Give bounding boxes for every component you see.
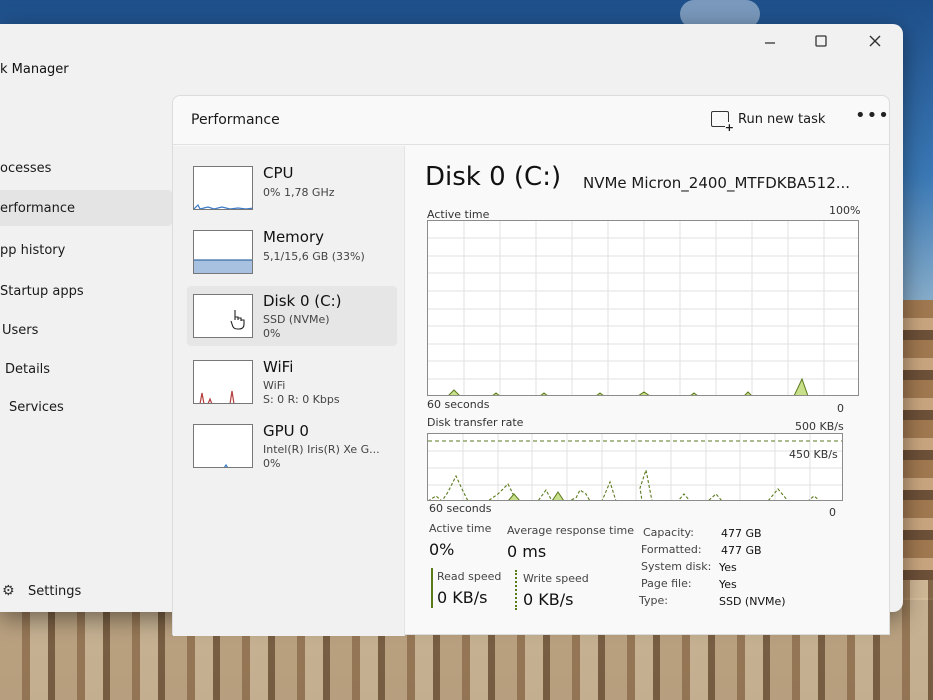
nav-label: ocesses xyxy=(0,160,52,176)
resource-item-gpu[interactable]: GPU 0 Intel(R) Iris(R) Xe G... 0% xyxy=(187,416,397,476)
transfer-rate-chart xyxy=(428,434,842,500)
transfer-rate-min-label: 0 xyxy=(829,506,836,519)
more-options-button[interactable]: ••• xyxy=(855,105,890,126)
gpu-mini-chart xyxy=(223,463,229,467)
prop-type-value: SSD (NVMe) xyxy=(719,595,786,608)
title-bar: k Manager xyxy=(0,24,903,94)
app-title: k Manager xyxy=(0,62,69,77)
run-new-task-button[interactable]: Run new task xyxy=(711,105,825,133)
maximize-icon xyxy=(815,35,827,47)
wifi-mini-chart xyxy=(199,390,235,403)
transfer-rate-max-label: 500 KB/s xyxy=(795,420,844,433)
resource-item-cpu[interactable]: CPU 0% 1,78 GHz xyxy=(187,158,397,218)
resource-name: Memory xyxy=(263,228,325,246)
nav-item-app-history[interactable]: pp history xyxy=(0,232,172,268)
resource-name: WiFi xyxy=(263,358,294,376)
prop-page-file-label: Page file: xyxy=(641,577,692,590)
wifi-thumbnail-graph xyxy=(193,360,253,404)
disk-model: NVMe Micron_2400_MTFDKBA512... xyxy=(583,174,851,192)
stat-write-label: Write speed xyxy=(523,572,589,585)
stat-read-label: Read speed xyxy=(437,570,502,583)
prop-formatted-label: Formatted: xyxy=(641,543,702,556)
resource-item-disk[interactable]: Disk 0 (C:) SSD (NVMe) 0% xyxy=(187,286,397,346)
prop-capacity-label: Capacity: xyxy=(643,526,694,539)
prop-system-disk-value: Yes xyxy=(719,561,737,574)
prop-page-file-value: Yes xyxy=(719,578,737,591)
nav-item-performance[interactable]: erformance xyxy=(0,190,172,226)
active-time-min-label: 0 xyxy=(837,402,844,415)
nav-item-processes[interactable]: ocesses xyxy=(0,150,172,186)
nav-label: Services xyxy=(9,399,64,415)
stat-response-value: 0 ms xyxy=(507,542,547,561)
nav-label: erformance xyxy=(0,200,76,216)
nav-label: Startup apps xyxy=(0,283,84,299)
cpu-mini-chart xyxy=(194,203,252,209)
read-speed-indicator xyxy=(431,568,433,608)
resource-list: CPU 0% 1,78 GHz Memory 5,1/15,6 GB (33%)… xyxy=(173,146,405,636)
resource-name: GPU 0 xyxy=(263,422,309,440)
stat-write-value: 0 KB/s xyxy=(523,590,574,609)
stat-active-time-label: Active time xyxy=(429,522,492,535)
gear-icon: ⚙ xyxy=(2,583,15,599)
resource-name: CPU xyxy=(263,164,294,182)
nav-item-users[interactable]: Users xyxy=(0,312,172,348)
minimize-button[interactable] xyxy=(755,30,785,52)
nav-label: pp history xyxy=(0,242,66,258)
run-task-icon xyxy=(711,111,734,133)
maximize-button[interactable] xyxy=(806,30,836,52)
prop-formatted-value: 477 GB xyxy=(721,544,762,557)
transfer-rate-mark-label: 450 KB/s xyxy=(789,448,838,461)
resource-detail: 0% xyxy=(263,457,281,470)
resource-item-memory[interactable]: Memory 5,1/15,6 GB (33%) xyxy=(187,222,397,282)
memory-thumbnail-graph xyxy=(193,230,253,274)
resource-item-wifi[interactable]: WiFi WiFi S: 0 R: 0 Kbps xyxy=(187,352,397,412)
resource-detail: SSD (NVMe) xyxy=(263,313,330,326)
nav-label: Users xyxy=(2,322,39,338)
transfer-rate-chart-label: Disk transfer rate xyxy=(427,416,524,429)
stat-response-label: Average response time xyxy=(507,524,634,537)
page-title: Performance xyxy=(191,112,280,128)
nav-label: Details xyxy=(5,361,51,377)
nav-item-details[interactable]: Details xyxy=(0,351,172,387)
resource-detail: WiFi xyxy=(263,379,286,392)
close-icon xyxy=(869,35,881,47)
nav-item-services[interactable]: Services xyxy=(0,389,172,425)
resource-detail: 5,1/15,6 GB (33%) xyxy=(263,250,365,263)
transfer-rate-x-label: 60 seconds xyxy=(429,502,492,515)
divider xyxy=(173,144,889,145)
resource-detail: S: 0 R: 0 Kbps xyxy=(263,393,340,406)
gpu-thumbnail-graph xyxy=(193,424,253,468)
hand-cursor-icon xyxy=(230,310,245,330)
write-speed-indicator xyxy=(515,570,517,610)
close-button[interactable] xyxy=(860,30,890,52)
prop-type-label: Type: xyxy=(639,594,668,607)
memory-mini-chart xyxy=(194,259,252,273)
detail-title: Disk 0 (C:) xyxy=(425,162,562,192)
resource-detail: 0% 1,78 GHz xyxy=(263,186,335,199)
settings-label: Settings xyxy=(28,583,82,599)
stat-active-time-value: 0% xyxy=(429,540,455,559)
cpu-thumbnail-graph xyxy=(193,166,253,210)
resource-detail: 0% xyxy=(263,327,281,340)
performance-panel: Performance Run new task ••• CPU 0% 1,78… xyxy=(172,95,890,636)
minimize-icon xyxy=(765,42,775,44)
prop-capacity-value: 477 GB xyxy=(721,527,762,540)
resource-detail: Intel(R) Iris(R) Xe G... xyxy=(263,443,380,456)
active-time-max-label: 100% xyxy=(829,204,861,217)
resource-name: Disk 0 (C:) xyxy=(263,292,342,310)
nav-item-settings[interactable]: ⚙ Settings xyxy=(0,576,172,606)
stat-read-value: 0 KB/s xyxy=(437,588,488,607)
prop-system-disk-label: System disk: xyxy=(641,560,712,573)
active-time-chart xyxy=(428,221,858,395)
nav-item-startup-apps[interactable]: Startup apps xyxy=(0,273,172,309)
active-time-graph xyxy=(427,220,859,396)
transfer-rate-graph xyxy=(427,433,843,501)
run-task-label: Run new task xyxy=(738,111,826,127)
active-time-x-label: 60 seconds xyxy=(427,398,490,411)
